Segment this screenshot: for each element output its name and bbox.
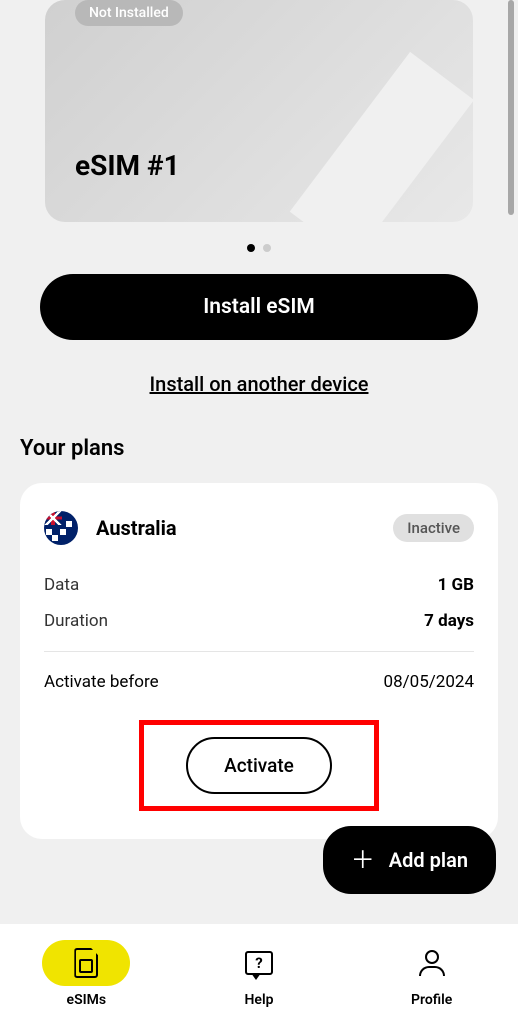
add-plan-button[interactable]: ＋ Add plan — [323, 826, 496, 894]
plus-icon: ＋ — [351, 848, 375, 872]
nav-esims[interactable]: eSIMs — [42, 940, 130, 1008]
data-value: 1 GB — [438, 575, 474, 595]
install-esim-button[interactable]: Install eSIM — [40, 274, 478, 340]
nav-help[interactable]: ? Help — [215, 940, 303, 1008]
plan-card: Australia Inactive Data 1 GB Duration 7 … — [20, 483, 498, 839]
help-icon: ? — [245, 951, 273, 975]
install-other-device-link[interactable]: Install on another device — [20, 372, 498, 396]
status-badge: Not Installed — [75, 0, 183, 26]
nav-profile-label: Profile — [411, 992, 452, 1008]
australia-flag-icon — [44, 511, 78, 545]
esim-title: eSIM #1 — [75, 149, 180, 182]
activate-button[interactable]: Activate — [186, 737, 332, 794]
nav-esims-label: eSIMs — [67, 992, 107, 1008]
pagination-dot[interactable] — [263, 244, 271, 252]
pagination-dot-active[interactable] — [247, 244, 255, 252]
activate-before-value: 08/05/2024 — [384, 672, 474, 692]
plan-status-badge: Inactive — [393, 514, 474, 542]
divider — [44, 651, 474, 652]
scrollbar[interactable] — [508, 0, 514, 215]
data-label: Data — [44, 575, 79, 595]
activate-before-label: Activate before — [44, 672, 159, 692]
duration-value: 7 days — [424, 611, 474, 631]
add-plan-label: Add plan — [389, 848, 468, 872]
nav-profile[interactable]: Profile — [388, 940, 476, 1008]
sim-icon — [74, 948, 98, 978]
nav-help-label: Help — [245, 992, 274, 1008]
profile-icon — [419, 950, 445, 976]
esim-card[interactable]: Not Installed eSIM #1 — [45, 0, 473, 222]
pagination-dots — [20, 244, 498, 252]
bottom-nav: eSIMs ? Help Profile — [0, 924, 518, 1024]
duration-label: Duration — [44, 611, 108, 631]
country-name: Australia — [96, 516, 177, 540]
highlight-box: Activate — [139, 720, 379, 811]
your-plans-title: Your plans — [20, 436, 498, 461]
